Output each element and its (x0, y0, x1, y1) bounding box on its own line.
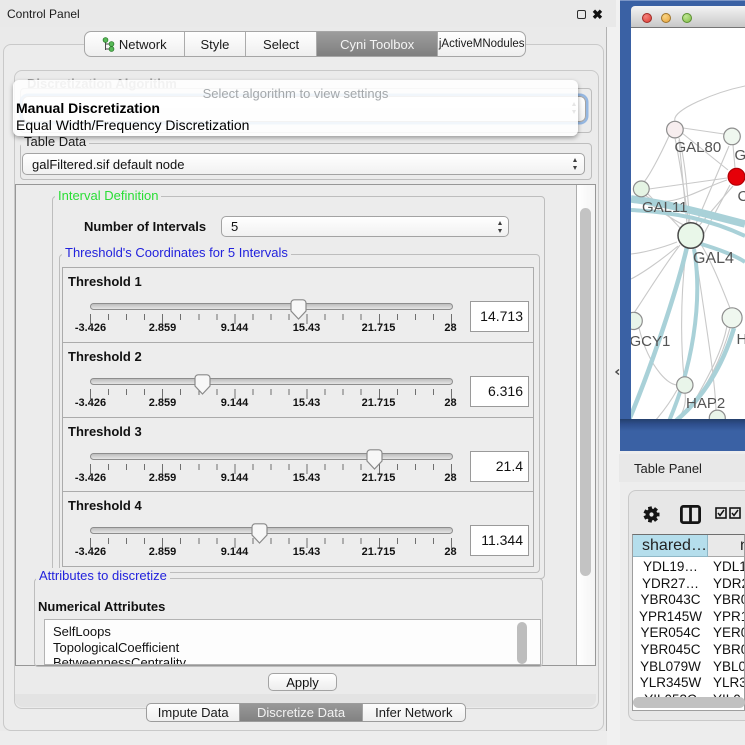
svg-text:GCY1: GCY1 (631, 333, 670, 350)
svg-text:C: C (738, 188, 745, 205)
svg-text:GAL11: GAL11 (642, 199, 688, 216)
svg-text:H: H (737, 331, 745, 348)
svg-text:GAL80: GAL80 (675, 139, 722, 156)
svg-text:G: G (735, 147, 745, 164)
svg-text:HAP2: HAP2 (686, 395, 725, 412)
svg-text:GAL4: GAL4 (693, 250, 734, 267)
